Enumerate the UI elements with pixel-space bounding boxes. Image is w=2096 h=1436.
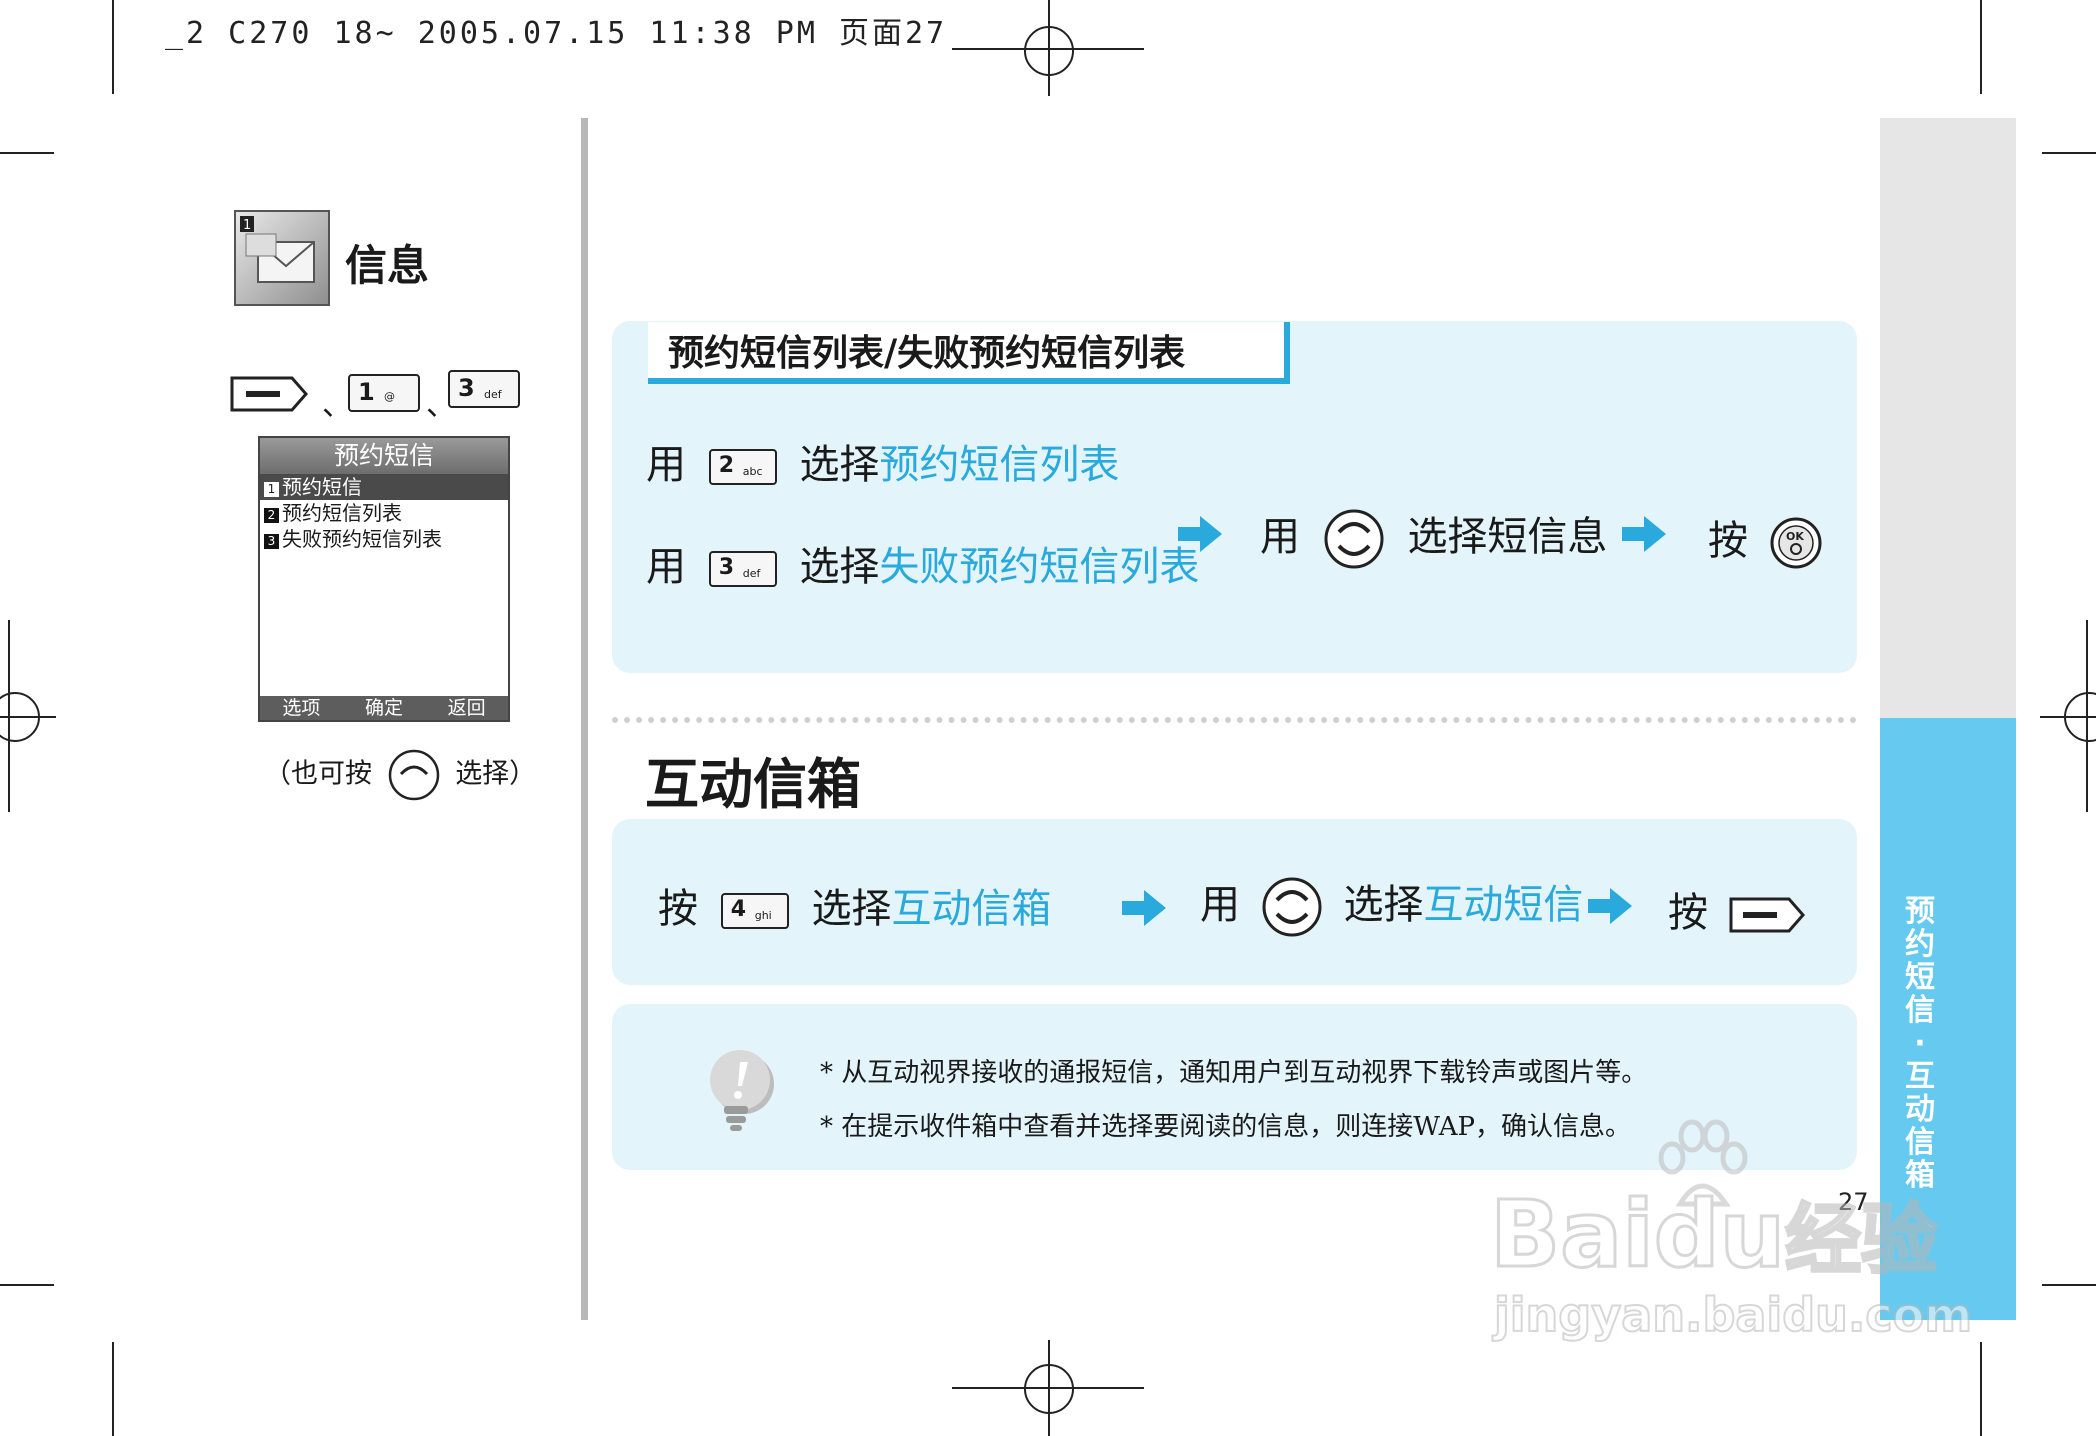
watermark-brand: Bai [1489, 1180, 1656, 1290]
watermark-url: jingyan.baidu.com [1493, 1287, 1973, 1343]
right-softkey-icon [230, 374, 310, 418]
key-2-icon: 2 abc [708, 449, 777, 485]
right-softkey-icon [1729, 897, 1805, 933]
key-1-icon: 1 @ [348, 374, 420, 412]
note-line: * 从互动视界接收的通报短信，通知用户到互动视界下载铃声或图片等。 [820, 1058, 1648, 1088]
section1-title: 预约短信列表/失败预约短信列表 [668, 332, 1186, 374]
arrow-right-icon [1178, 516, 1222, 552]
watermark-brand2: du [1652, 1180, 1786, 1290]
crop-mark [1980, 0, 1982, 94]
section2-step2: 用 选择互动短信 [1200, 872, 1583, 938]
menu-path-link: 失败预约短信列表 [879, 544, 1200, 590]
section1-step3: 按 OK [1708, 508, 1823, 570]
softkey-options[interactable]: 选项 [282, 696, 320, 720]
section2-heading: 互动信箱 [645, 753, 861, 816]
key-4-icon: 4 ghi [720, 893, 789, 929]
key-3-icon: 3 def [708, 551, 777, 587]
section2-step3: 按 [1668, 880, 1805, 938]
watermark-suffix: 经验 [1784, 1194, 1939, 1286]
nav-updown-key-icon [1262, 877, 1322, 937]
sidebar-upper [1880, 118, 2016, 718]
svg-text:OK: OK [1786, 530, 1804, 543]
phone-screen: 预约短信 1 预约短信 2 预约短信列表 3 失败预约短信列表 选项 确定 返回 [258, 436, 510, 722]
phone-menu-item[interactable]: 2 预约短信列表 [260, 500, 508, 526]
ok-key-icon: OK [1770, 517, 1822, 569]
alt-hint: （也可按 选择） [264, 748, 536, 802]
crop-mark [2042, 152, 2096, 154]
menu-path-link: 预约短信列表 [879, 442, 1120, 488]
print-header: _2 C270 18~ 2005.07.15 11:38 PM 页面27 [165, 16, 948, 51]
section1-step2: 用 选择短信息 [1260, 504, 1607, 570]
key-3-icon: 3 def [448, 370, 520, 408]
menu-path-link: 互动信箱 [891, 886, 1052, 932]
phone-menu-item[interactable]: 1 预约短信 [260, 474, 508, 500]
softkey-back[interactable]: 返回 [448, 696, 486, 720]
phone-menu-item[interactable]: 3 失败预约短信列表 [260, 526, 508, 552]
nav-up-key-icon [388, 749, 439, 801]
phone-softkey-bar: 选项 确定 返回 [260, 696, 508, 720]
section1-row1: 用 2 abc 选择预约短信列表 [646, 442, 1120, 488]
crop-mark [112, 1342, 114, 1436]
crop-mark [0, 1284, 54, 1286]
watermark: Baidu经验 jingyan.baidu.com [1480, 1118, 1980, 1358]
section2-step1: 按 4 ghi 选择互动信箱 [658, 886, 1052, 932]
exclamation-bulb-icon [710, 1050, 774, 1131]
section1-row2: 用 3 def 选择失败预约短信列表 [646, 544, 1200, 590]
section1-tab: 预约短信列表/失败预约短信列表 [648, 322, 1290, 384]
softkey-confirm[interactable]: 确定 [365, 696, 403, 720]
dotted-separator [612, 717, 1857, 723]
arrow-right-icon [1622, 516, 1666, 552]
section-title: 信息 [345, 241, 430, 290]
arrow-right-icon [1588, 888, 1632, 924]
phone-screen-title: 预约短信 [260, 438, 508, 474]
crop-mark [112, 0, 114, 94]
svg-text:1: 1 [243, 218, 251, 233]
crop-mark [2042, 1284, 2096, 1286]
crop-mark [0, 152, 54, 154]
arrow-right-icon [1122, 890, 1166, 926]
menu-path-link: 互动短信 [1423, 882, 1584, 928]
column-divider [581, 118, 588, 1320]
nav-updown-key-icon [1324, 509, 1384, 569]
message-envelope-icon: 1 [234, 210, 330, 306]
crop-mark [1980, 1342, 1982, 1436]
